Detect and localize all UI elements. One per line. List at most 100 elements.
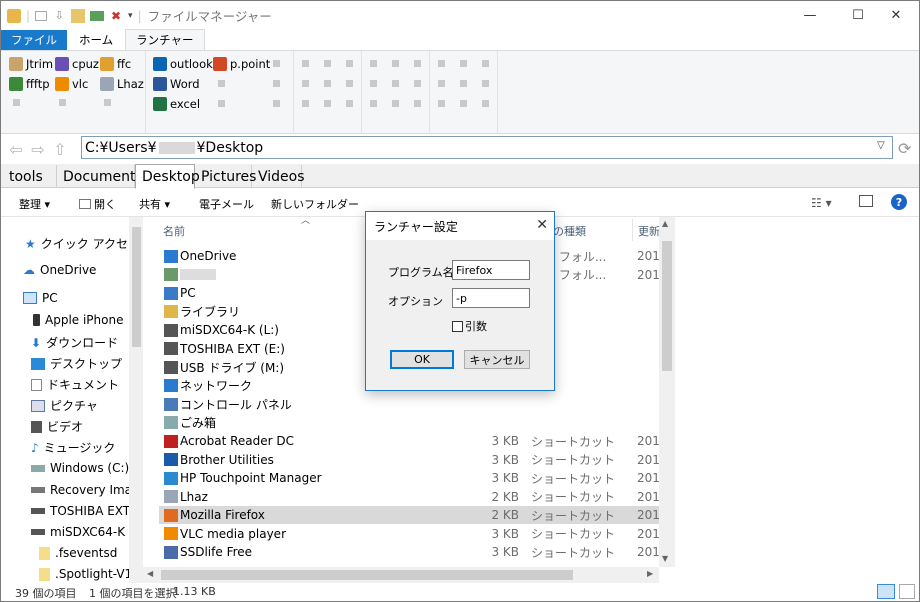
large-icons-view-icon[interactable] bbox=[899, 584, 915, 599]
download-icon[interactable]: ⇩ bbox=[52, 9, 66, 23]
folder-tab[interactable]: tools bbox=[3, 165, 57, 188]
empty-slot[interactable] bbox=[392, 80, 399, 87]
empty-slot[interactable] bbox=[414, 100, 421, 107]
launcher-item[interactable]: excel bbox=[153, 97, 200, 111]
nav-item-quick-access[interactable]: ★ クイック アクセス bbox=[25, 235, 140, 252]
vscroll-thumb[interactable] bbox=[662, 241, 672, 371]
empty-slot[interactable] bbox=[324, 60, 331, 67]
column-header-date[interactable]: 更新 bbox=[638, 223, 660, 239]
forward-icon[interactable]: ⇨ bbox=[27, 140, 49, 159]
properties-icon[interactable] bbox=[35, 10, 48, 21]
launcher-item[interactable]: ffftp bbox=[9, 77, 50, 91]
empty-slot[interactable] bbox=[414, 60, 421, 67]
up-icon[interactable]: ⇧ bbox=[49, 140, 71, 159]
tab-home[interactable]: ホーム bbox=[67, 30, 125, 50]
folder-tab[interactable]: Pictures bbox=[195, 165, 256, 188]
dialog-close-icon[interactable]: ✕ bbox=[536, 217, 548, 233]
empty-slot[interactable] bbox=[482, 100, 489, 107]
refresh-icon[interactable]: ⟳ bbox=[898, 139, 911, 158]
empty-slot[interactable] bbox=[273, 100, 280, 107]
launcher-item[interactable]: Jtrim bbox=[9, 57, 53, 71]
program-name-input[interactable]: Firefox bbox=[452, 260, 530, 280]
customize-arrow[interactable]: ▾ bbox=[128, 11, 133, 21]
back-icon[interactable]: ⇦ bbox=[5, 140, 27, 159]
scroll-up-icon[interactable]: ▲ bbox=[662, 219, 668, 228]
empty-slot[interactable] bbox=[346, 80, 353, 87]
empty-slot[interactable] bbox=[302, 100, 309, 107]
open-button[interactable]: 開く bbox=[79, 196, 116, 212]
nav-item-documents[interactable]: ドキュメント bbox=[31, 376, 119, 393]
scroll-down-icon[interactable]: ▼ bbox=[662, 554, 668, 563]
column-header-type[interactable]: の種類 bbox=[553, 223, 586, 239]
empty-slot[interactable] bbox=[370, 80, 377, 87]
empty-slot[interactable] bbox=[324, 100, 331, 107]
nav-item-downloads[interactable]: ⬇ ダウンロード bbox=[31, 334, 118, 351]
file-row[interactable]: Mozilla Firefox 2 KB ショートカット 2016 bbox=[159, 506, 668, 524]
empty-slot[interactable] bbox=[438, 60, 445, 67]
empty-slot[interactable] bbox=[438, 80, 445, 87]
nav-item-recovery[interactable]: Recovery Imag bbox=[31, 483, 140, 497]
ok-button[interactable]: OK bbox=[390, 350, 454, 369]
empty-slot[interactable] bbox=[460, 100, 467, 107]
launcher-item[interactable]: cpuz bbox=[55, 57, 99, 71]
tab-file[interactable]: ファイル bbox=[1, 30, 67, 50]
empty-slot[interactable] bbox=[324, 80, 331, 87]
file-row[interactable]: コントロール パネル bbox=[159, 395, 659, 413]
nav-item-spotlight[interactable]: .Spotlight-V10 bbox=[39, 567, 140, 581]
folder-tab-active[interactable]: Desktop bbox=[135, 164, 200, 189]
nav-scrollbar-thumb[interactable] bbox=[132, 227, 141, 347]
help-icon[interactable]: ? bbox=[891, 194, 907, 210]
preview-pane-icon[interactable] bbox=[859, 195, 873, 207]
empty-slot[interactable] bbox=[370, 60, 377, 67]
nav-item-desktop[interactable]: デスクトップ bbox=[31, 355, 122, 372]
details-view-icon[interactable] bbox=[877, 584, 895, 599]
close-button[interactable]: ✕ bbox=[873, 1, 919, 30]
launcher-item[interactable]: outlook bbox=[153, 57, 213, 71]
file-row[interactable]: VLC media player 3 KB ショートカット 2016 bbox=[159, 525, 668, 543]
cancel-button[interactable]: キャンセル bbox=[464, 350, 530, 369]
file-row[interactable]: Lhaz 2 KB ショートカット 2016 bbox=[159, 488, 668, 506]
share-button[interactable]: 共有 ▾ bbox=[139, 196, 170, 212]
new-folder-icon[interactable] bbox=[71, 8, 86, 23]
empty-slot[interactable] bbox=[414, 80, 421, 87]
nav-item-misdxc[interactable]: miSDXC64-K (L bbox=[31, 525, 140, 539]
empty-slot[interactable] bbox=[460, 80, 467, 87]
nav-item-toshiba[interactable]: TOSHIBA EXT ( bbox=[31, 504, 139, 518]
nav-item-iphone[interactable]: Apple iPhone bbox=[33, 313, 123, 327]
address-input[interactable]: C:¥Users¥ ¥Desktop bbox=[81, 136, 893, 159]
empty-slot[interactable] bbox=[273, 60, 280, 67]
nav-item-music[interactable]: ♪ ミュージック bbox=[31, 439, 115, 456]
empty-slot[interactable] bbox=[59, 99, 66, 106]
empty-slot[interactable] bbox=[218, 80, 225, 87]
scroll-right-icon[interactable]: ▶ bbox=[647, 569, 653, 578]
organize-button[interactable]: 整理 ▾ bbox=[19, 196, 50, 212]
delete-icon[interactable]: ✖ bbox=[109, 9, 123, 23]
empty-slot[interactable] bbox=[392, 60, 399, 67]
nav-item-windows-c[interactable]: Windows (C:) bbox=[31, 461, 129, 475]
option-input[interactable]: -p bbox=[452, 288, 530, 308]
column-header-name[interactable]: 名前 bbox=[163, 223, 185, 239]
empty-slot[interactable] bbox=[346, 100, 353, 107]
empty-slot[interactable] bbox=[482, 80, 489, 87]
file-row[interactable]: Brother Utilities 3 KB ショートカット 2016 bbox=[159, 451, 668, 469]
move-icon[interactable] bbox=[90, 10, 105, 21]
launcher-item[interactable]: Word bbox=[153, 77, 200, 91]
empty-slot[interactable] bbox=[273, 80, 280, 87]
minimize-button[interactable]: — bbox=[787, 1, 833, 30]
arg-checkbox-wrap[interactable]: 引数 bbox=[452, 318, 487, 334]
address-dropdown-icon[interactable]: ▽ bbox=[877, 140, 885, 151]
empty-slot[interactable] bbox=[392, 100, 399, 107]
empty-slot[interactable] bbox=[460, 60, 467, 67]
empty-slot[interactable] bbox=[104, 99, 111, 106]
empty-slot[interactable] bbox=[302, 80, 309, 87]
file-row[interactable]: HP Touchpoint Manager 3 KB ショートカット 2016 bbox=[159, 469, 668, 487]
tab-launcher[interactable]: ランチャー bbox=[125, 29, 205, 50]
empty-slot[interactable] bbox=[302, 60, 309, 67]
nav-item-videos[interactable]: ビデオ bbox=[31, 418, 83, 435]
file-row[interactable]: SSDlife Free 3 KB ショートカット 2016 bbox=[159, 543, 668, 561]
nav-item-onedrive[interactable]: ☁ OneDrive bbox=[23, 263, 96, 277]
empty-slot[interactable] bbox=[218, 100, 225, 107]
folder-tab[interactable]: Documents bbox=[57, 165, 143, 188]
empty-slot[interactable] bbox=[370, 100, 377, 107]
launcher-item[interactable]: ffc bbox=[100, 57, 131, 71]
